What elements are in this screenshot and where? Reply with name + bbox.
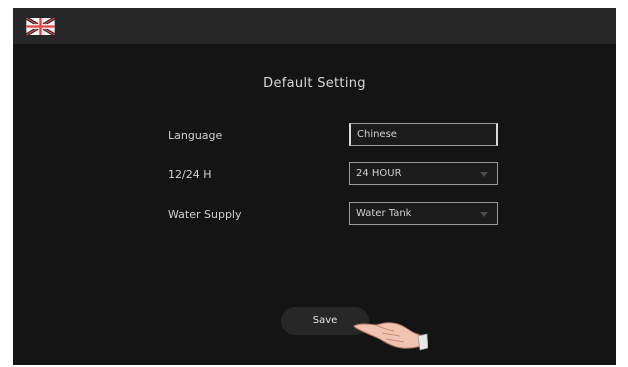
page-title: Default Setting [263,76,366,91]
water-supply-label: Water Supply [168,208,242,221]
time-format-label: 12/24 H [168,168,212,181]
water-supply-value: Water Tank [356,208,412,219]
water-supply-select[interactable]: Water Tank [349,202,498,225]
time-format-value: 24 HOUR [356,168,402,179]
language-label: Language [168,129,223,142]
chevron-down-icon [480,172,488,177]
chevron-down-icon [480,212,488,217]
uk-flag-icon[interactable] [26,18,55,35]
time-format-select[interactable]: 24 HOUR [349,162,498,185]
language-input[interactable]: Chinese [349,123,498,146]
settings-screen: Default Setting Language Chinese 12/24 H… [13,8,616,365]
pointing-hand-icon [353,322,428,351]
top-bar [13,8,616,44]
